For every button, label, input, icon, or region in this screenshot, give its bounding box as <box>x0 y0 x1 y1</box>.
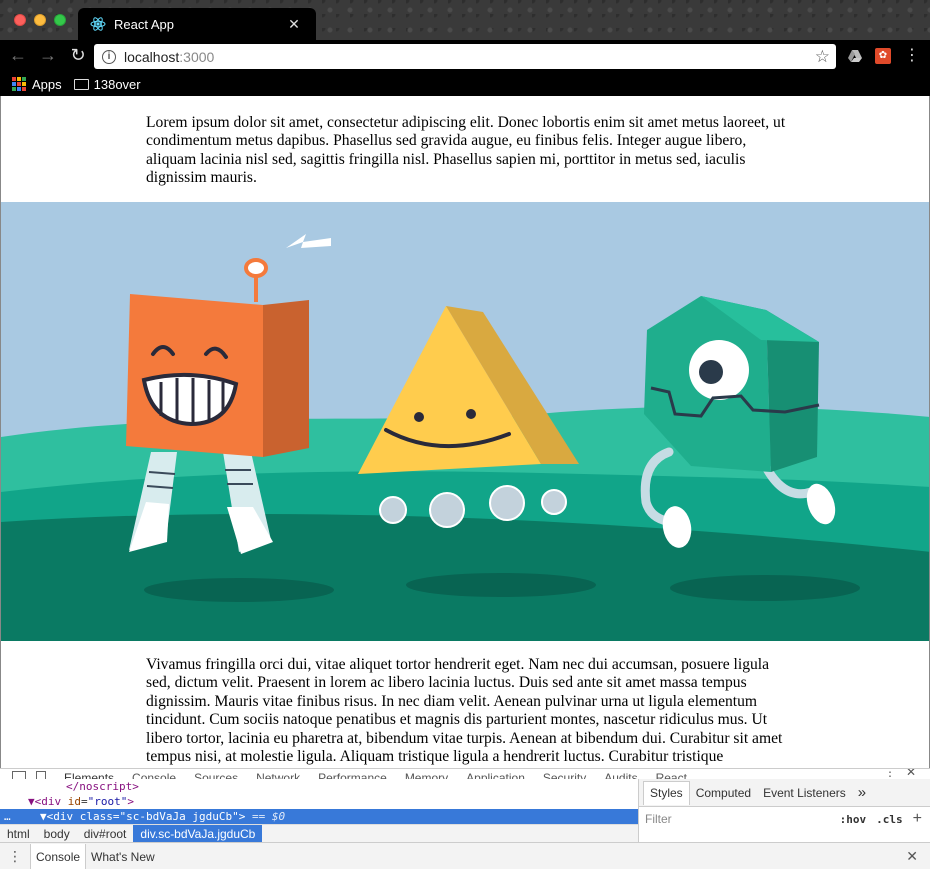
breadcrumb-root[interactable]: div#root <box>77 825 134 843</box>
url-port: :3000 <box>179 48 215 65</box>
tab-react[interactable]: React <box>656 771 687 779</box>
bookmark-apps[interactable]: Apps <box>12 77 62 92</box>
info-icon[interactable]: i <box>102 49 116 64</box>
star-icon[interactable]: ☆ <box>815 47 830 67</box>
tab-security[interactable]: Security <box>543 771 586 779</box>
forward-arrow-icon[interactable]: → <box>36 44 60 68</box>
new-rule-icon[interactable]: + <box>913 810 922 828</box>
tab-memory[interactable]: Memory <box>405 771 448 779</box>
close-icon[interactable]: ✕ <box>906 848 918 865</box>
browser-toolbar: ← → ↻ i localhost:3000 ☆ ✿ ⋮ <box>0 40 930 72</box>
body-paragraph: Vivamus fringilla orci dui, vitae alique… <box>146 656 783 766</box>
bookmark-label: 138over <box>93 76 141 92</box>
breadcrumb-selected[interactable]: div.sc-bdVaJa.jgduCb <box>133 824 263 843</box>
cls-toggle[interactable]: .cls <box>876 813 903 826</box>
bookmark-138over[interactable]: 138over <box>73 76 141 92</box>
react-favicon-icon <box>90 16 106 32</box>
tab-sources[interactable]: Sources <box>194 771 238 779</box>
tab-performance[interactable]: Performance <box>318 771 387 779</box>
hero-illustration <box>1 202 929 641</box>
devtools-drawer: ⋮ Console What's New ✕ <box>0 842 930 869</box>
device-icon[interactable] <box>36 771 46 779</box>
close-icon[interactable]: ✕ <box>284 16 304 33</box>
devtools-menu-icon[interactable]: ⋮ ✕ <box>884 769 916 779</box>
more-icon[interactable]: … <box>4 809 11 824</box>
window-minimize-button[interactable] <box>34 14 46 26</box>
styles-tabbar: Styles Computed Event Listeners » <box>639 779 930 807</box>
tab-computed[interactable]: Computed <box>690 779 757 807</box>
browser-tab[interactable]: React App ✕ <box>78 8 316 40</box>
window-zoom-button[interactable] <box>54 14 66 26</box>
breadcrumb: html body div#root div.sc-bdVaJa.jgduCb <box>0 824 638 843</box>
folder-icon <box>73 78 89 90</box>
styles-pane: Styles Computed Event Listeners » Filter… <box>638 779 930 842</box>
styles-filter-input[interactable]: Filter <box>645 812 840 826</box>
url-host: localhost <box>124 48 180 65</box>
reload-icon[interactable]: ↻ <box>66 44 90 68</box>
tab-elements[interactable]: Elements <box>64 771 114 779</box>
drawer-tab-console[interactable]: Console <box>30 843 87 869</box>
drawer-menu-icon[interactable]: ⋮ <box>0 848 30 865</box>
intro-paragraph: Lorem ipsum dolor sit amet, consectetur … <box>146 114 786 187</box>
tab-console[interactable]: Console <box>132 771 176 779</box>
back-arrow-icon[interactable]: ← <box>6 44 30 68</box>
dom-attr-name: class <box>79 810 113 823</box>
bookmark-label: Apps <box>32 76 62 92</box>
devtools-tabbar: Elements Console Sources Network Perform… <box>0 769 930 779</box>
tab-event-listeners[interactable]: Event Listeners <box>757 779 852 807</box>
extension-icon[interactable]: ✿ <box>875 48 891 64</box>
page-viewport: Lorem ipsum dolor sit amet, consectetur … <box>0 96 930 768</box>
inspect-icon[interactable] <box>12 771 26 779</box>
breadcrumb-body[interactable]: body <box>37 825 77 843</box>
drawer-tab-whats-new[interactable]: What's New <box>86 844 160 869</box>
dom-toggle[interactable]: ▼< <box>40 810 53 823</box>
tab-audits[interactable]: Audits <box>604 771 637 779</box>
dom-attr-value: root <box>94 795 121 808</box>
hov-toggle[interactable]: :hov <box>840 813 867 826</box>
tab-application[interactable]: Application <box>466 771 525 779</box>
apps-grid-icon <box>12 77 26 91</box>
drive-icon[interactable] <box>847 48 863 64</box>
dom-attr-value: sc-bdVaJa jgduCb <box>126 810 233 823</box>
dom-tag-name: div <box>53 810 74 823</box>
dom-selected-marker: == $0 <box>245 810 286 823</box>
dom-tag-open: </ <box>66 780 80 793</box>
tab-styles[interactable]: Styles <box>643 780 690 805</box>
dom-node-selected[interactable]: … ▼<div class="sc-bdVaJa jgduCb"> == $0 <box>0 809 638 824</box>
breadcrumb-html[interactable]: html <box>0 825 37 843</box>
window-titlebar: React App ✕ <box>0 0 930 40</box>
more-tabs-icon[interactable]: » <box>852 779 872 807</box>
address-bar[interactable]: i localhost:3000 ☆ <box>94 44 836 69</box>
dom-node-noscript[interactable]: </noscript> <box>0 779 638 794</box>
menu-dots-icon[interactable]: ⋮ <box>904 46 920 66</box>
window-close-button[interactable] <box>14 14 26 26</box>
dom-toggle[interactable]: ▼< <box>28 795 41 808</box>
dom-attr-name: id <box>67 795 81 808</box>
devtools-panel: Elements Console Sources Network Perform… <box>0 768 930 869</box>
dom-tag-name: div <box>41 795 62 808</box>
dom-tag-close: > <box>132 780 139 793</box>
bookmarks-bar: Apps 138over <box>0 72 930 96</box>
tab-title: React App <box>114 16 174 32</box>
dom-tag-name: noscript <box>79 780 133 793</box>
tab-network[interactable]: Network <box>256 771 300 779</box>
styles-filter-row: Filter :hov .cls + <box>639 807 930 831</box>
dom-node-root[interactable]: ▼<div id="root"> <box>0 794 638 809</box>
